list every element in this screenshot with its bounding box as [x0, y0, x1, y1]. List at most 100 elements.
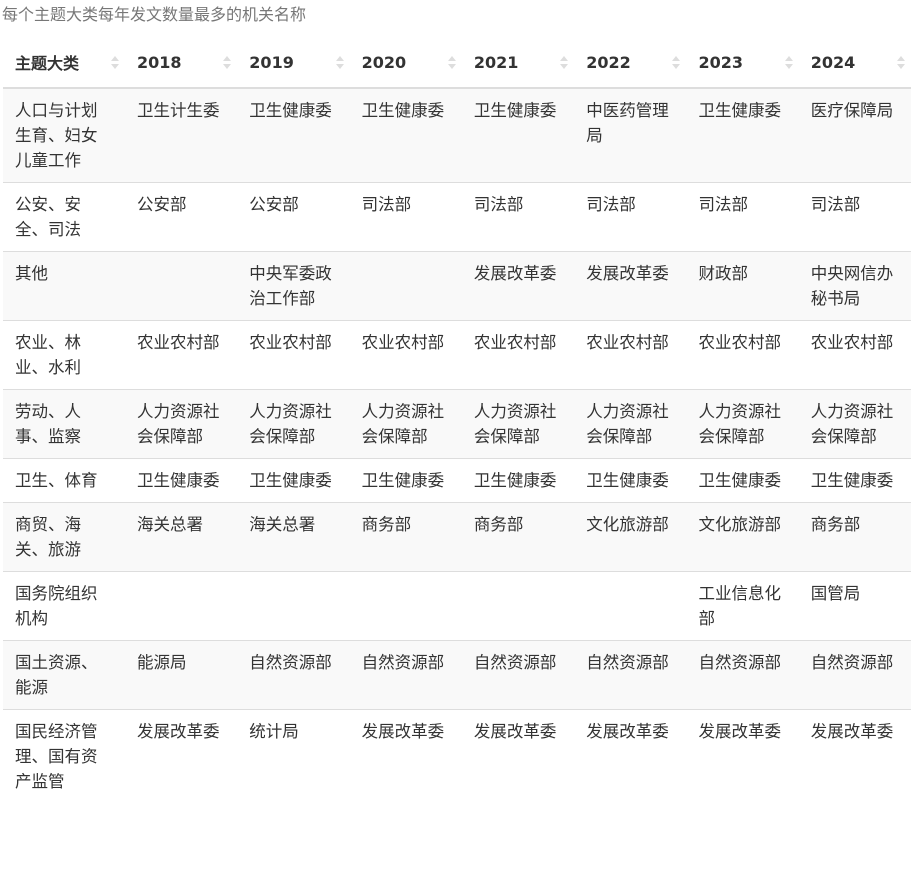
agency-cell: 卫生健康委 [686, 458, 799, 503]
agency-cell: 卫生健康委 [461, 87, 575, 183]
table-caption: 每个主题大类每年发文数量最多的机关名称 [2, 5, 307, 24]
sort-ascending-icon [335, 55, 344, 61]
agency-cell: 农业农村部 [574, 320, 687, 390]
category-cell: 卫生、体育 [3, 458, 125, 503]
table-row: 其他 中央军委政治工作部 发展改革委 发展改革委 财政部 中央网信办秘书局 [3, 251, 912, 321]
agency-cell: 人力资源社会保障部 [461, 389, 575, 459]
sort-descending-icon [897, 63, 906, 69]
agency-cell: 自然资源部 [349, 640, 462, 710]
sort-icon[interactable] [335, 53, 344, 71]
agency-cell: 中央网信办秘书局 [798, 251, 912, 321]
agency-cell: 人力资源社会保障部 [237, 389, 350, 459]
sort-ascending-icon [784, 55, 793, 61]
agency-cell: 农业农村部 [237, 320, 350, 390]
agency-cell: 发展改革委 [125, 709, 238, 803]
agency-cell: 发展改革委 [461, 709, 575, 803]
sort-ascending-icon [560, 55, 569, 61]
category-cell: 公安、安全、司法 [3, 182, 125, 252]
agency-cell: 司法部 [349, 182, 462, 252]
agency-cell: 司法部 [686, 182, 799, 252]
sort-ascending-icon [223, 55, 232, 61]
table-row: 国民经济管理、国有资产监管 发展改革委 统计局 发展改革委 发展改革委 发展改革委 发展改革… [3, 709, 912, 803]
agency-cell [574, 571, 687, 641]
sort-icon[interactable] [111, 53, 119, 71]
agency-cell: 卫生计生委 [125, 87, 238, 183]
sort-ascending-icon [111, 55, 119, 61]
agency-cell: 能源局 [125, 640, 238, 710]
sort-icon[interactable] [447, 53, 456, 71]
agency-cell: 人力资源社会保障部 [349, 389, 462, 459]
sort-descending-icon [447, 63, 456, 69]
column-header-year[interactable]: 2018 [125, 37, 238, 89]
agency-cell: 发展改革委 [574, 709, 687, 803]
sort-icon[interactable] [223, 53, 232, 71]
category-cell: 国土资源、能源 [3, 640, 125, 710]
column-header-year[interactable]: 2024 [798, 37, 912, 89]
column-header-label: 2018 [137, 52, 182, 72]
sort-descending-icon [223, 63, 232, 69]
agency-cell: 文化旅游部 [686, 502, 799, 572]
sort-icon[interactable] [672, 53, 681, 71]
category-cell: 农业、林业、水利 [3, 320, 125, 390]
agency-cell: 发展改革委 [461, 251, 575, 321]
agency-cell: 公安部 [237, 182, 350, 252]
agency-cell: 卫生健康委 [798, 458, 912, 503]
agency-cell: 商务部 [798, 502, 912, 572]
agency-cell: 公安部 [125, 182, 238, 252]
column-header-label: 主题大类 [15, 54, 80, 73]
category-cell: 劳动、人事、监察 [3, 389, 125, 459]
table-row: 公安、安全、司法 公安部 公安部 司法部 司法部 司法部 司法部 司法部 [3, 182, 912, 252]
agency-cell: 农业农村部 [461, 320, 575, 390]
agency-cell: 人力资源社会保障部 [574, 389, 687, 459]
category-cell: 商贸、海关、旅游 [3, 502, 125, 572]
table-row: 卫生、体育 卫生健康委 卫生健康委 卫生健康委 卫生健康委 卫生健康委 卫生健康委 卫生健康委 [3, 458, 912, 503]
column-header-year[interactable]: 2023 [686, 37, 799, 89]
category-cell: 其他 [3, 251, 125, 321]
agency-cell: 司法部 [798, 182, 912, 252]
column-header-year[interactable]: 2021 [461, 37, 575, 89]
agency-cell: 卫生健康委 [349, 458, 462, 503]
column-header-year[interactable]: 2019 [237, 37, 350, 89]
agency-cell: 农业农村部 [349, 320, 462, 390]
sort-descending-icon [335, 63, 344, 69]
agency-cell: 人力资源社会保障部 [125, 389, 238, 459]
agency-cell: 卫生健康委 [237, 458, 350, 503]
column-header-label: 2019 [249, 52, 294, 72]
column-header-label: 2024 [810, 52, 856, 72]
agency-cell: 司法部 [574, 182, 687, 252]
agency-cell: 中央军委政治工作部 [237, 251, 350, 321]
sort-icon[interactable] [897, 53, 906, 71]
column-header-category[interactable]: 主题大类 [3, 37, 125, 89]
category-cell: 人口与计划生育、妇女儿童工作 [3, 87, 125, 183]
agency-cell: 文化旅游部 [574, 502, 687, 572]
agency-cell: 卫生健康委 [125, 458, 238, 503]
agency-cell: 统计局 [237, 709, 350, 803]
table-row: 商贸、海关、旅游 海关总署 海关总署 商务部 商务部 文化旅游部 文化旅游部 商务部 [3, 502, 912, 572]
column-header-year[interactable]: 2020 [349, 37, 462, 89]
agency-cell: 发展改革委 [686, 709, 799, 803]
sort-icon[interactable] [560, 53, 569, 71]
header-row: 主题大类 2018 2019 2020 2021 2022 2023 2024 [3, 37, 912, 89]
agency-cell: 卫生健康委 [349, 87, 462, 183]
sort-ascending-icon [672, 55, 681, 61]
agency-cell: 商务部 [349, 502, 462, 572]
sort-ascending-icon [447, 55, 456, 61]
agency-cell: 自然资源部 [461, 640, 575, 710]
agency-cell: 发展改革委 [798, 709, 912, 803]
agency-cell [237, 571, 350, 641]
agency-cell: 发展改革委 [349, 709, 462, 803]
agency-cell: 卫生健康委 [237, 87, 350, 183]
agency-cell [461, 571, 575, 641]
sort-ascending-icon [897, 55, 906, 61]
sort-descending-icon [784, 63, 793, 69]
table-body: 人口与计划生育、妇女儿童工作 卫生计生委 卫生健康委 卫生健康委 卫生健康委 中医药管理局… [3, 87, 912, 803]
table-row: 国土资源、能源 能源局 自然资源部 自然资源部 自然资源部 自然资源部 自然资源部 自然资源部 [3, 640, 912, 710]
column-header-year[interactable]: 2022 [574, 37, 687, 89]
agency-cell: 司法部 [461, 182, 575, 252]
sort-icon[interactable] [784, 53, 793, 71]
agency-cell: 农业农村部 [686, 320, 799, 390]
column-header-label: 2020 [361, 52, 407, 72]
data-table: 主题大类 2018 2019 2020 2021 2022 2023 2024 人口与计划生育… [3, 37, 912, 803]
table-row: 人口与计划生育、妇女儿童工作 卫生计生委 卫生健康委 卫生健康委 卫生健康委 中医药管理局… [3, 87, 912, 183]
agency-cell: 自然资源部 [237, 640, 350, 710]
